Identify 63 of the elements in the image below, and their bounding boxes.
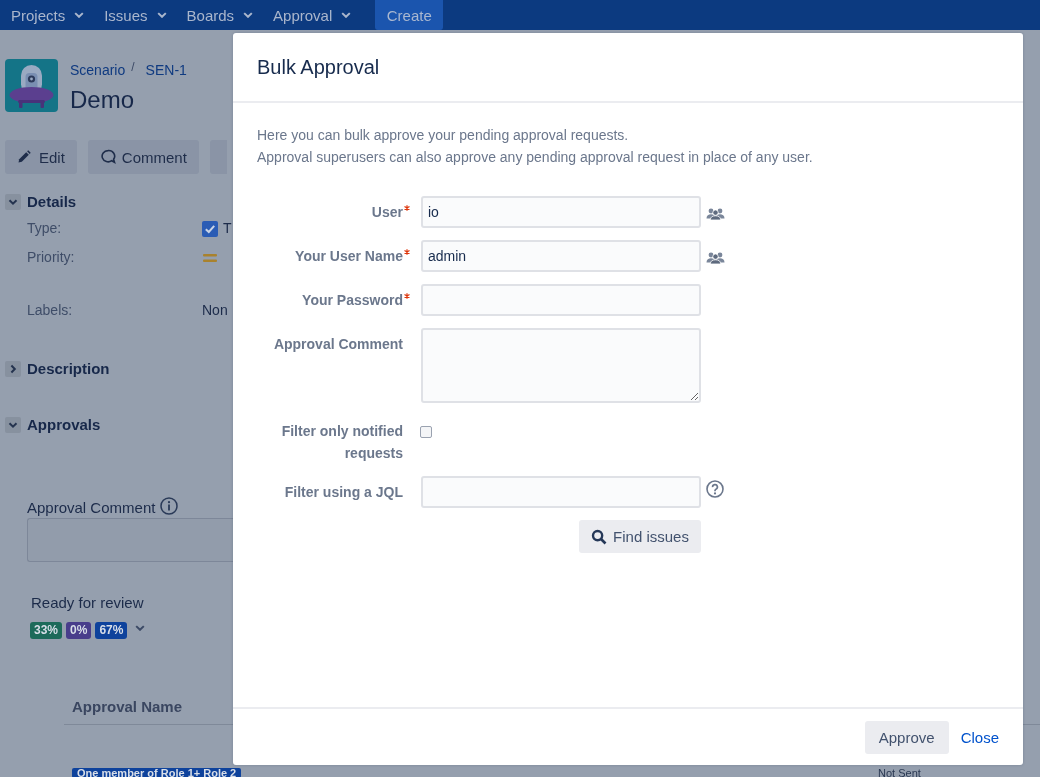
search-icon [591,528,608,545]
equals-icon [203,253,217,262]
field-label: Priority: [27,248,75,267]
chevron-down-icon[interactable] [5,417,21,433]
nav-menu[interactable]: Approval [273,6,352,24]
column-header: Approval Name [72,698,183,715]
breadcrumb-link[interactable]: SEN-1 [145,60,187,80]
nav-menu[interactable]: Projects [11,6,85,24]
comment-field[interactable] [27,518,233,562]
section-title[interactable]: Approvals [27,415,101,435]
section-title[interactable]: Description [27,359,110,379]
status-text: Not Sent [878,768,921,777]
comment-button[interactable]: Comment [87,140,199,174]
issue-title: Demo [70,85,135,115]
users-icon[interactable] [706,208,725,220]
edit-button[interactable]: Edit [5,140,77,174]
approve-button[interactable]: Approve [864,720,949,754]
field-label: Filter using a JQL [284,483,403,502]
chevron-right-icon[interactable] [5,361,21,377]
chevron-down-icon [74,12,85,18]
dialog-title: Bulk Approval [257,55,380,79]
chevron-down-icon [243,12,254,18]
intro-text: Approval superusers can also approve any pending approval request in place of any user. [257,148,813,167]
approval-name-badge: One member of Role 1+ Role 2 [72,768,242,777]
field-label: User [371,203,403,222]
status-text: Ready for review [31,593,144,613]
find-issues-button[interactable]: Find issues [579,520,701,553]
chevron-down-icon [341,12,352,18]
nav-menu[interactable]: Boards [186,6,254,24]
info-icon [160,497,179,515]
user-picker-field[interactable]: admin [421,240,701,272]
breadcrumb-separator: / [131,60,135,74]
nav-menu[interactable]: Issues [104,6,167,24]
progress-badge: 0% [66,622,92,639]
field-label: Approval Comment [273,335,403,354]
users-icon[interactable] [706,252,725,264]
checkmark-square-icon [202,220,218,237]
field-label: Your User Name [295,247,403,266]
intro-text: Here you can bulk approve your pending approval requests. [257,126,629,145]
password-field[interactable] [421,284,701,316]
create-button[interactable]: Create [375,0,444,30]
project-avatar-icon [5,59,58,112]
breadcrumb-link[interactable]: Scenario [70,60,126,80]
close-link[interactable]: Close [960,728,999,746]
chevron-down-icon [156,12,167,18]
field-label: Your Password [302,291,403,310]
field-label: Filter only notified requests [280,422,403,463]
progress-badge: 67% [95,622,128,639]
field-value: T [223,219,232,238]
field-label: Labels: [27,301,73,320]
speech-bubble-icon [99,149,116,165]
chevron-down-icon[interactable] [5,194,21,210]
chevron-down-icon[interactable] [135,624,146,631]
checkbox[interactable] [420,426,432,438]
jql-field[interactable] [421,476,701,508]
field-value: Non [202,301,228,320]
help-icon[interactable] [706,480,724,498]
pencil-icon [17,150,31,164]
progress-badge: 33% [30,622,63,639]
section-title[interactable]: Details [27,192,77,212]
user-picker-field[interactable]: io [421,196,701,228]
comment-label: Approval Comment [27,498,156,518]
field-label: Type: [27,219,62,238]
